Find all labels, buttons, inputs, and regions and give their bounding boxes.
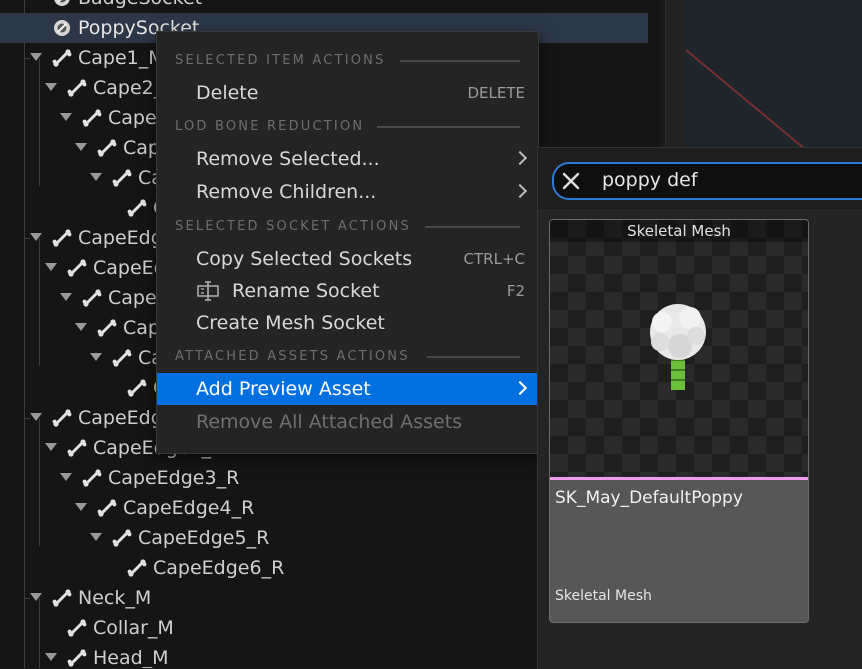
expander-arrow-icon[interactable] xyxy=(75,503,87,511)
tree-row[interactable]: BadgeSocket xyxy=(0,0,648,13)
asset-thumbnail: Skeletal Mesh xyxy=(550,220,808,478)
tree-row-label: CapeEdge6_R xyxy=(153,557,285,579)
bone-icon xyxy=(67,648,87,668)
submenu-arrow-icon xyxy=(512,380,528,396)
shortcut-copy: CTRL+C xyxy=(463,250,525,268)
expander-arrow-icon[interactable] xyxy=(30,413,42,421)
bone-icon xyxy=(127,198,147,218)
bone-icon xyxy=(82,288,102,308)
tree-row-label: BadgeSocket xyxy=(78,0,202,13)
tree-row-label: CapeEdge5_R xyxy=(138,527,270,549)
bone-icon xyxy=(97,498,117,518)
rename-icon xyxy=(197,281,219,301)
bone-icon xyxy=(127,378,147,398)
expander-arrow-icon[interactable] xyxy=(90,533,102,541)
expander-arrow-icon[interactable] xyxy=(45,443,57,451)
section-header-attached-assets: ATTACHED ASSETS ACTIONS xyxy=(175,347,520,367)
expander-arrow-icon[interactable] xyxy=(90,353,102,361)
tree-row-label: CapeEdge4_R xyxy=(123,497,255,519)
socket-icon xyxy=(52,18,72,38)
menu-item-add-preview-asset[interactable]: Add Preview Asset xyxy=(157,373,538,405)
poppy-mesh-preview xyxy=(650,304,706,390)
expander-arrow-icon[interactable] xyxy=(60,113,72,121)
bone-icon xyxy=(127,558,147,578)
tree-row-label: Head_M xyxy=(93,647,169,668)
viewport-grid-line xyxy=(685,49,806,148)
expander-arrow-icon[interactable] xyxy=(45,263,57,271)
bone-icon xyxy=(67,78,87,98)
bone-icon xyxy=(82,468,102,488)
clear-search-icon[interactable] xyxy=(560,170,582,192)
expander-arrow-icon[interactable] xyxy=(30,593,42,601)
menu-item-remove-children[interactable]: Remove Children... xyxy=(157,176,538,208)
menu-item-rename-socket[interactable]: Rename Socket F2 xyxy=(157,275,538,307)
submenu-arrow-icon xyxy=(512,150,528,166)
asset-type: Skeletal Mesh xyxy=(555,588,652,604)
search-input[interactable]: poppy def xyxy=(552,162,862,200)
asset-tile[interactable]: Skeletal Mesh SK_May_DefaultPoppy Skelet… xyxy=(549,219,809,623)
viewport-scene xyxy=(685,0,862,148)
bone-icon xyxy=(52,588,72,608)
bone-icon xyxy=(97,318,117,338)
context-menu: SELECTED ITEM ACTIONS Delete DELETE LOD … xyxy=(156,31,539,454)
section-header-lod-bone: LOD BONE REDUCTION xyxy=(175,117,520,137)
expander-arrow-icon[interactable] xyxy=(60,293,72,301)
thumbnail-type-label: Skeletal Mesh xyxy=(550,220,808,242)
section-header-selected-socket: SELECTED SOCKET ACTIONS xyxy=(175,217,520,237)
expander-arrow-icon[interactable] xyxy=(45,83,57,91)
bone-icon xyxy=(82,108,102,128)
expander-arrow-icon[interactable] xyxy=(90,173,102,181)
menu-item-create-mesh-socket[interactable]: Create Mesh Socket xyxy=(157,307,538,339)
menu-item-remove-all-attached[interactable]: Remove All Attached Assets xyxy=(157,406,538,438)
socket-icon xyxy=(52,0,72,8)
expander-arrow-icon[interactable] xyxy=(45,653,57,661)
preview-viewport[interactable] xyxy=(665,0,862,148)
tree-row-label: Collar_M xyxy=(93,617,174,639)
bone-icon xyxy=(52,228,72,248)
expander-arrow-icon[interactable] xyxy=(30,53,42,61)
asset-name: SK_May_DefaultPoppy xyxy=(555,488,743,508)
bone-icon xyxy=(112,528,132,548)
tree-row-label: Neck_M xyxy=(78,587,152,609)
menu-item-copy-selected-sockets[interactable]: Copy Selected Sockets CTRL+C xyxy=(157,243,538,275)
bone-icon xyxy=(52,48,72,68)
bone-icon xyxy=(97,138,117,158)
submenu-arrow-icon xyxy=(512,183,528,199)
shortcut-delete: DELETE xyxy=(467,84,525,102)
bone-icon xyxy=(112,348,132,368)
asset-type-color-stripe xyxy=(550,477,808,480)
search-bar: poppy def xyxy=(538,148,862,211)
bone-icon xyxy=(67,258,87,278)
expander-arrow-icon[interactable] xyxy=(75,323,87,331)
bone-icon xyxy=(112,168,132,188)
expander-arrow-icon[interactable] xyxy=(75,143,87,151)
menu-item-remove-selected[interactable]: Remove Selected... xyxy=(157,143,538,175)
menu-item-delete[interactable]: Delete DELETE xyxy=(157,77,538,109)
shortcut-rename: F2 xyxy=(506,282,525,300)
bone-icon xyxy=(52,408,72,428)
bone-icon xyxy=(67,438,87,458)
tree-row-label: Cape1_M xyxy=(78,47,165,69)
expander-arrow-icon[interactable] xyxy=(60,473,72,481)
bone-icon xyxy=(67,618,87,638)
section-header-selected-item: SELECTED ITEM ACTIONS xyxy=(175,51,520,71)
search-query-text[interactable]: poppy def xyxy=(602,164,698,196)
expander-arrow-icon[interactable] xyxy=(30,233,42,241)
tree-row-label: CapeEdge3_R xyxy=(108,467,240,489)
